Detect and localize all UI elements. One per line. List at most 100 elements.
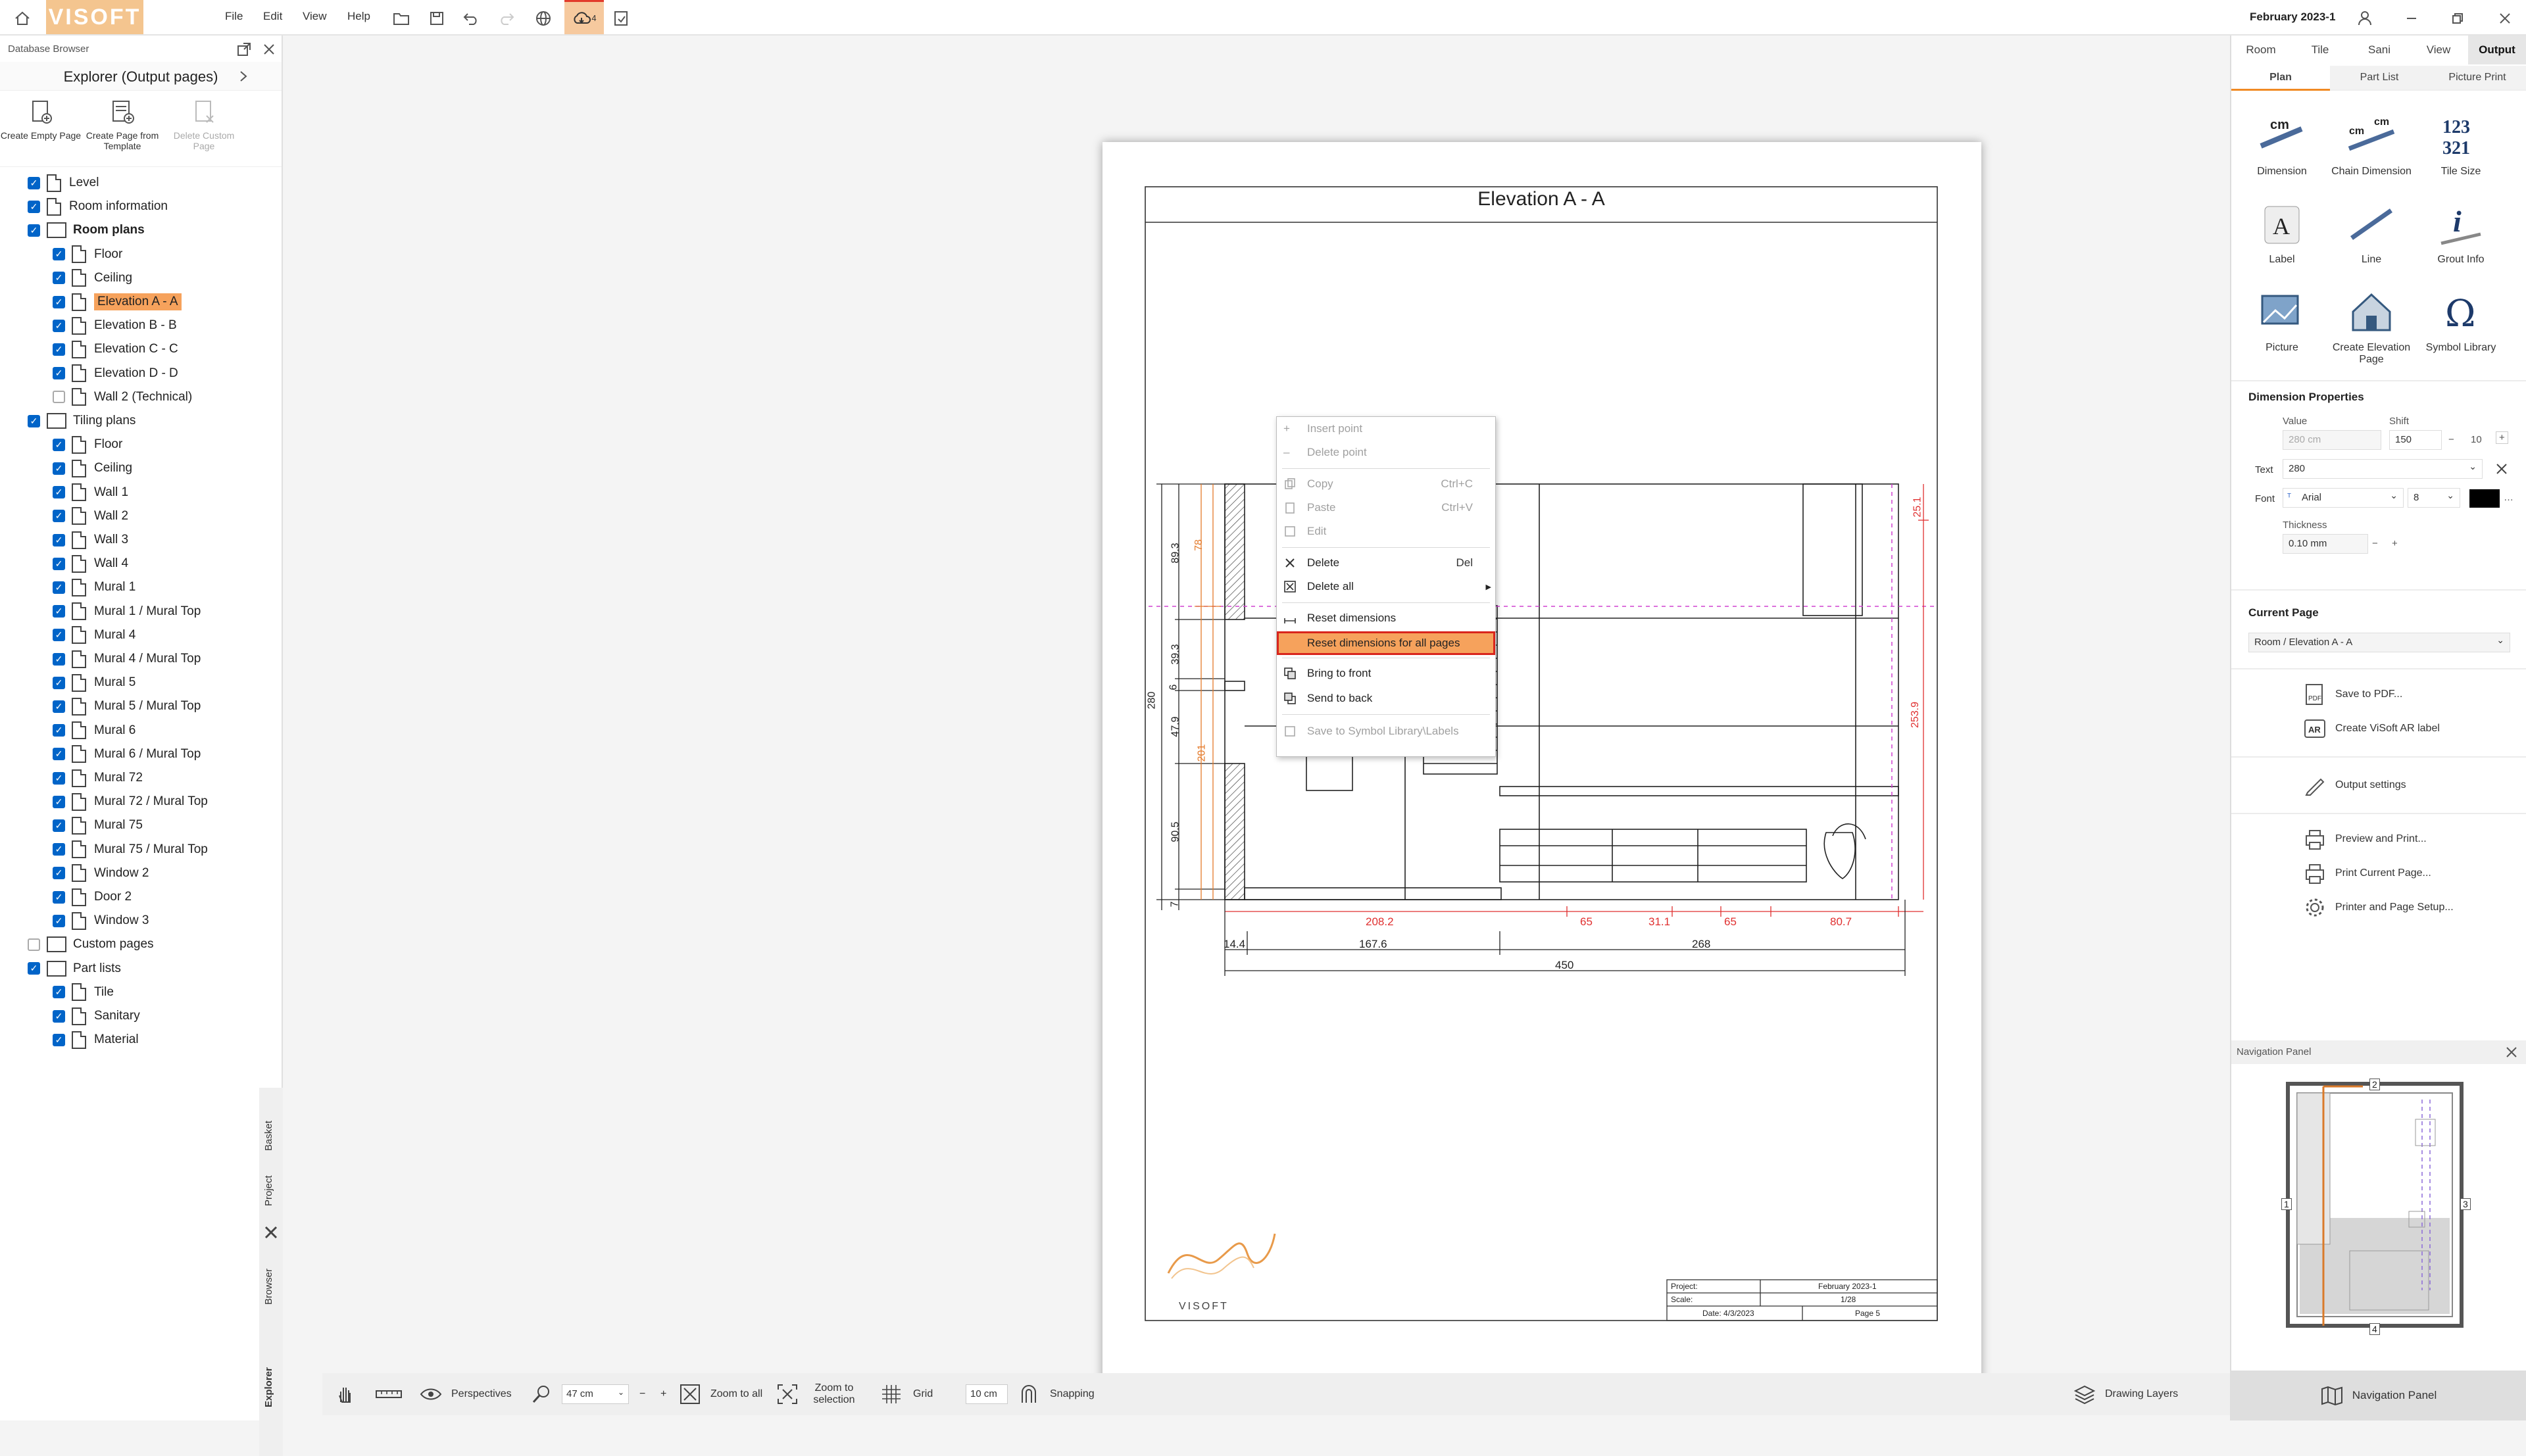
thickness-field[interactable]: 0.10 mm — [2283, 534, 2368, 554]
tree-checkbox[interactable] — [53, 391, 65, 404]
tree-page-item[interactable]: ✓ Mural 75 / Mural Top — [53, 839, 208, 860]
menu-send-to-back[interactable]: Send to back — [1277, 687, 1495, 710]
tree-page-item[interactable]: ✓ Mural 5 / Mural Top — [53, 696, 201, 717]
tree-folder[interactable]: Custom pages — [28, 934, 154, 955]
zoom-to-all-button[interactable]: Zoom to all — [679, 1373, 762, 1415]
nav-marker-1[interactable]: 1 — [2281, 1198, 2292, 1210]
tree-page-item[interactable]: ✓ Floor — [53, 244, 122, 265]
tree-page-item[interactable]: ✓ Sanitary — [53, 1006, 140, 1027]
tree-checkbox[interactable]: ✓ — [53, 248, 65, 261]
tree-page-item[interactable]: ✓ Mural 75 — [53, 815, 143, 836]
zoom-to-selection-button[interactable]: Zoom to selection — [776, 1373, 860, 1415]
tree-page-item[interactable]: ✓ Mural 4 / Mural Top — [53, 648, 201, 669]
tree-page-item[interactable]: ✓ Elevation B - B — [53, 315, 177, 336]
save-to-pdf-button[interactable]: PDF Save to PDF... — [2304, 680, 2402, 709]
dim-orange[interactable]: 201 — [1196, 744, 1208, 762]
tree-checkbox[interactable]: ✓ — [53, 581, 65, 594]
nav-marker-4[interactable]: 4 — [2369, 1323, 2380, 1335]
tree-checkbox[interactable]: ✓ — [53, 914, 65, 927]
more-color-icon[interactable]: … — [2504, 492, 2514, 503]
cloud-sync-button[interactable]: 4 — [564, 0, 604, 34]
tree-checkbox[interactable]: ✓ — [53, 676, 65, 689]
dim-row3[interactable]: 450 — [1555, 959, 1573, 972]
menu-help[interactable]: Help — [347, 10, 370, 23]
dim-red[interactable]: 31.1 — [1648, 915, 1670, 929]
grid-size-field[interactable]: 10 cm — [966, 1373, 1008, 1415]
tree-checkbox[interactable]: ✓ — [53, 1009, 65, 1023]
save-icon[interactable] — [424, 5, 450, 32]
create-ar-label-button[interactable]: AR Create ViSoft AR label — [2304, 714, 2440, 743]
output-settings-button[interactable]: Output settings — [2304, 771, 2406, 800]
snapping-toggle[interactable]: Snapping — [1018, 1373, 1095, 1415]
measure-ruler-icon[interactable] — [375, 1373, 403, 1415]
tree-checkbox[interactable]: ✓ — [53, 462, 65, 475]
menu-bring-to-front[interactable]: Bring to front — [1277, 662, 1495, 685]
font-size-select[interactable]: 8 ⌄ — [2408, 488, 2460, 508]
pin-close-icon[interactable] — [263, 1225, 279, 1240]
tree-page-item[interactable]: ✓ Tile — [53, 982, 114, 1003]
shift-field[interactable]: 150 — [2389, 430, 2442, 450]
current-page-select[interactable]: Room / Elevation A - A ⌄ — [2248, 633, 2510, 652]
tree-checkbox[interactable]: ✓ — [28, 414, 40, 427]
tree-page-item[interactable]: Wall 2 (Technical) — [53, 387, 192, 408]
pan-hand-icon[interactable] — [334, 1373, 355, 1415]
menu-edit[interactable]: Edit — [263, 10, 282, 23]
menu-delete[interactable]: Delete Del — [1277, 551, 1495, 575]
tab-project[interactable]: Project — [263, 1175, 274, 1206]
dim-left-seg[interactable]: 47.9 — [1170, 716, 1182, 737]
close-panel-icon[interactable] — [262, 42, 276, 57]
clear-text-icon[interactable] — [2494, 462, 2509, 476]
tree-page-item[interactable]: ✓ Wall 1 — [53, 482, 128, 503]
printer-page-setup-button[interactable]: Printer and Page Setup... — [2304, 893, 2454, 922]
tree-checkbox[interactable]: ✓ — [53, 748, 65, 761]
tree-checkbox[interactable]: ✓ — [53, 343, 65, 356]
dimension-tool[interactable]: cm Dimension — [2238, 109, 2326, 178]
tree-checkbox[interactable]: ✓ — [53, 295, 65, 308]
shift-increment[interactable]: + — [2496, 431, 2508, 444]
menu-delete-point[interactable]: – Delete point — [1277, 441, 1495, 464]
tree-checkbox[interactable]: ✓ — [53, 700, 65, 713]
menu-paste[interactable]: Paste Ctrl+V — [1277, 496, 1495, 520]
tree-page-item[interactable]: ✓ Window 2 — [53, 863, 149, 884]
grid-toggle[interactable]: Grid — [880, 1373, 933, 1415]
tree-checkbox[interactable]: ✓ — [53, 557, 65, 570]
dim-red[interactable]: 65 — [1580, 915, 1593, 929]
menu-delete-all[interactable]: Delete all ▶ — [1277, 575, 1495, 598]
redo-icon[interactable] — [493, 5, 520, 32]
symbol-library-tool[interactable]: Ω Symbol Library — [2417, 285, 2505, 354]
tree-page-item[interactable]: ✓ Elevation C - C — [53, 339, 178, 360]
tree-page-item[interactable]: ✓ Mural 6 — [53, 720, 136, 741]
menu-file[interactable]: File — [225, 10, 243, 23]
tree-checkbox[interactable]: ✓ — [53, 819, 65, 832]
tree-page-item[interactable]: ✓ Door 2 — [53, 886, 132, 908]
tree-page-item[interactable]: ✓ Wall 4 — [53, 553, 128, 574]
tree-page-item[interactable]: ✓ Mural 5 — [53, 672, 136, 693]
create-empty-page-button[interactable]: Create Empty Page — [0, 91, 82, 166]
dim-row2[interactable]: 167.6 — [1359, 938, 1387, 951]
undock-icon[interactable] — [237, 42, 251, 57]
tree-checkbox[interactable]: ✓ — [53, 986, 65, 999]
tab-view[interactable]: View — [2409, 36, 2468, 64]
tree-checkbox[interactable]: ✓ — [53, 890, 65, 904]
tree-page-item[interactable]: ✓ Window 3 — [53, 910, 149, 931]
floorplan-minimap[interactable] — [2277, 1073, 2472, 1336]
text-field[interactable]: 280 ⌄ — [2283, 459, 2483, 479]
tree-checkbox[interactable]: ✓ — [53, 867, 65, 880]
tree-page-item[interactable]: ✓ Wall 3 — [53, 529, 128, 550]
tree-checkbox[interactable]: ✓ — [28, 176, 40, 189]
drawing-canvas[interactable]: Elevation A - A 280 89.3 39.3 6 47.9 90.… — [284, 36, 2230, 1420]
dim-left-seg[interactable]: 39.3 — [1170, 644, 1182, 664]
zoom-icon[interactable] — [532, 1373, 551, 1415]
tree-page-item[interactable]: ✓ Elevation D - D — [53, 363, 178, 384]
tree-checkbox[interactable]: ✓ — [53, 795, 65, 808]
tree-checkbox[interactable]: ✓ — [53, 510, 65, 523]
tab-output[interactable]: Output — [2468, 36, 2526, 64]
tree-checkbox[interactable]: ✓ — [53, 272, 65, 285]
tab-tile[interactable]: Tile — [2291, 36, 2350, 64]
tree-checkbox[interactable]: ✓ — [53, 843, 65, 856]
tree-checkbox[interactable]: ✓ — [53, 629, 65, 642]
close-icon[interactable] — [2505, 1046, 2518, 1059]
dim-red[interactable]: 80.7 — [1830, 915, 1852, 929]
tree-checkbox[interactable]: ✓ — [28, 224, 40, 237]
dim-red[interactable]: 208.2 — [1366, 915, 1394, 929]
